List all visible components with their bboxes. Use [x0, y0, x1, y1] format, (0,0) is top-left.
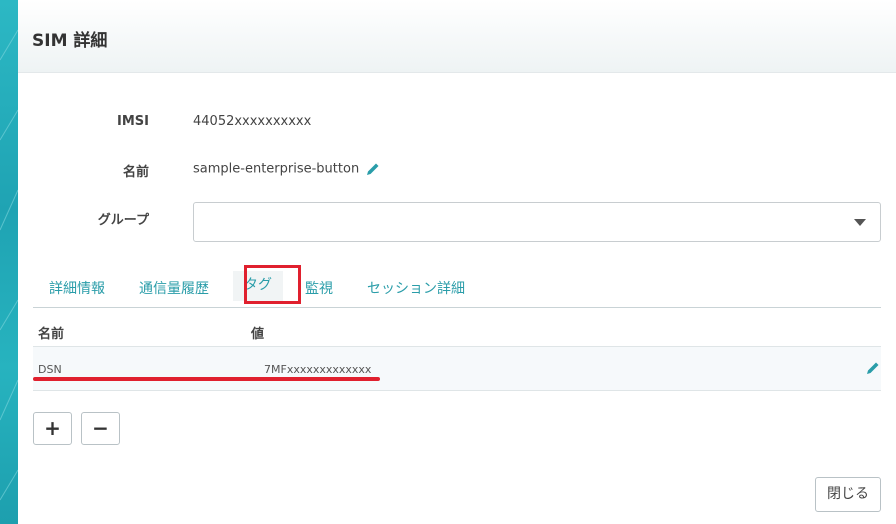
group-select[interactable]: [193, 202, 881, 242]
name-value: sample-enterprise-button: [193, 161, 360, 177]
sim-detail-dialog: SIM 詳細 IMSI 44052xxxxxxxxxx 名前 sample-en…: [18, 0, 896, 524]
column-name-header: 名前: [38, 327, 65, 342]
highlight-underline: [33, 377, 380, 381]
dialog-header: SIM 詳細: [18, 0, 896, 73]
background-strip: [0, 0, 18, 524]
group-label: グループ: [97, 213, 149, 228]
table-row[interactable]: DSN 7MFxxxxxxxxxxxxx: [33, 347, 881, 391]
close-button[interactable]: 閉じる: [815, 477, 881, 512]
name-label: 名前: [122, 165, 149, 180]
tab-details[interactable]: 詳細情報: [49, 278, 105, 298]
pencil-icon[interactable]: [865, 360, 881, 376]
tab-traffic-history[interactable]: 通信量履歴: [139, 278, 209, 298]
imsi-label: IMSI: [117, 114, 149, 129]
tab-monitoring[interactable]: 監視: [305, 278, 333, 298]
table-header: 名前 値: [33, 308, 881, 347]
tag-name-cell: DSN: [38, 363, 62, 376]
name-value-row: sample-enterprise-button: [193, 161, 381, 177]
imsi-value: 44052xxxxxxxxxx: [193, 114, 312, 129]
highlight-box: [244, 265, 301, 304]
tab-session-details[interactable]: セッション詳細: [367, 278, 465, 298]
remove-tag-button[interactable]: −: [81, 412, 120, 445]
caret-down-icon: [854, 219, 866, 226]
tag-value-cell: 7MFxxxxxxxxxxxxx: [264, 363, 372, 376]
dialog-title: SIM 詳細: [32, 31, 108, 51]
column-value-header: 値: [251, 327, 265, 342]
tab-bar: 詳細情報 通信量履歴 タグ 監視 セッション詳細: [33, 266, 881, 308]
pencil-icon[interactable]: [365, 161, 381, 177]
add-tag-button[interactable]: +: [33, 412, 72, 445]
